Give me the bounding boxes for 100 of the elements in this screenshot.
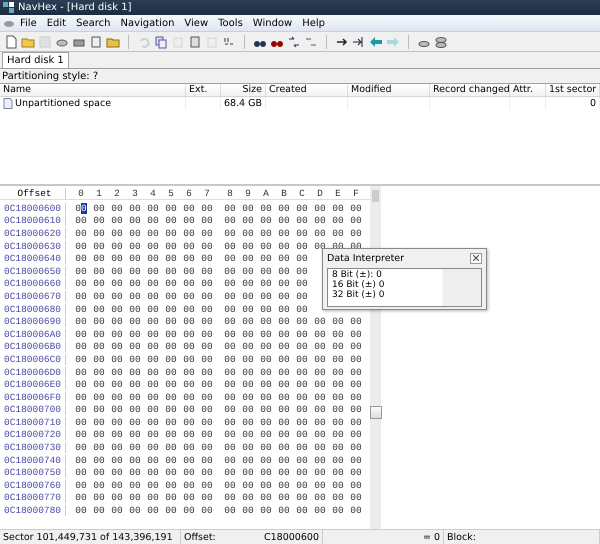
- hex-byte[interactable]: 00: [198, 202, 216, 214]
- hex-byte[interactable]: 00: [180, 354, 198, 365]
- hex-byte[interactable]: 00: [221, 416, 239, 428]
- hex-byte[interactable]: 00: [257, 505, 275, 516]
- menu-item[interactable]: Search: [71, 18, 116, 28]
- hex-byte[interactable]: 00: [257, 379, 275, 390]
- hex-byte[interactable]: 00: [162, 404, 180, 416]
- hex-byte[interactable]: 00: [198, 480, 216, 491]
- hex-byte[interactable]: 00: [275, 492, 293, 504]
- hex-byte[interactable]: 00: [329, 492, 347, 504]
- hex-byte[interactable]: 00: [311, 454, 329, 466]
- hex-byte[interactable]: 00: [162, 354, 180, 365]
- close-button[interactable]: [470, 252, 482, 264]
- hex-byte[interactable]: 00: [162, 316, 180, 328]
- hex-byte[interactable]: 00: [347, 228, 365, 239]
- hex-byte[interactable]: 00: [108, 442, 126, 454]
- hex-byte[interactable]: 00: [329, 416, 347, 428]
- hex-byte[interactable]: 00: [144, 366, 162, 378]
- hex-byte[interactable]: 00: [90, 266, 108, 277]
- hex-byte[interactable]: 00: [257, 278, 275, 290]
- hex-byte[interactable]: 00: [221, 290, 239, 302]
- hex-byte[interactable]: 00: [90, 392, 108, 403]
- hex-byte[interactable]: 00: [293, 416, 311, 428]
- hex-byte[interactable]: 00: [275, 392, 293, 403]
- hex-byte[interactable]: 00: [126, 228, 144, 239]
- hex-byte[interactable]: 00: [275, 442, 293, 454]
- hex-byte[interactable]: 00: [72, 215, 90, 226]
- hex-byte[interactable]: 00: [221, 392, 239, 403]
- hex-byte[interactable]: 00: [108, 215, 126, 226]
- hex-byte[interactable]: 00: [239, 442, 257, 454]
- hex-byte[interactable]: 00: [257, 341, 275, 352]
- hex-byte[interactable]: 00: [72, 442, 90, 454]
- hex-byte[interactable]: 00: [108, 429, 126, 440]
- hex-byte[interactable]: 00: [162, 202, 180, 214]
- hex-byte[interactable]: 00: [108, 467, 126, 478]
- hex-byte[interactable]: 00: [144, 442, 162, 454]
- hex-byte[interactable]: 00: [126, 253, 144, 264]
- menu-item[interactable]: File: [15, 18, 42, 28]
- hex-byte[interactable]: 00: [198, 492, 216, 504]
- hex-byte[interactable]: 00: [108, 404, 126, 416]
- hex-byte[interactable]: 00: [108, 354, 126, 365]
- hex-byte[interactable]: 00: [311, 416, 329, 428]
- hex-byte[interactable]: 00: [347, 467, 365, 478]
- hex-byte[interactable]: 00: [126, 290, 144, 302]
- hex-byte[interactable]: 00: [329, 429, 347, 440]
- hex-byte[interactable]: 00: [221, 442, 239, 454]
- hex-byte[interactable]: 00: [347, 492, 365, 504]
- hex-byte[interactable]: 00: [221, 454, 239, 466]
- hex-byte[interactable]: 00: [162, 480, 180, 491]
- hex-byte[interactable]: 00: [180, 366, 198, 378]
- hex-byte[interactable]: 00: [198, 341, 216, 352]
- hex-byte[interactable]: 00: [329, 341, 347, 352]
- hex-byte[interactable]: 00: [144, 228, 162, 239]
- hex-byte[interactable]: 00: [293, 366, 311, 378]
- hex-byte[interactable]: 00: [72, 454, 90, 466]
- hex-byte[interactable]: 00: [293, 215, 311, 226]
- hex-byte[interactable]: 00: [72, 266, 90, 277]
- hex-byte[interactable]: 00: [126, 316, 144, 328]
- hex-byte[interactable]: 00: [72, 492, 90, 504]
- hex-byte[interactable]: 00: [293, 379, 311, 390]
- hex-byte[interactable]: 00: [108, 492, 126, 504]
- hex-byte[interactable]: 00: [293, 480, 311, 491]
- hex-byte[interactable]: 00: [90, 379, 108, 390]
- hex-byte[interactable]: 00: [257, 416, 275, 428]
- column-header[interactable]: Created: [266, 84, 348, 96]
- hex-byte[interactable]: 00: [198, 366, 216, 378]
- hex-byte[interactable]: 00: [311, 480, 329, 491]
- hex-byte[interactable]: 00: [311, 316, 329, 328]
- hex-byte[interactable]: 00: [90, 505, 108, 516]
- hex-byte[interactable]: 00: [239, 454, 257, 466]
- hex-byte[interactable]: 00: [72, 328, 90, 340]
- hex-byte[interactable]: 00: [275, 454, 293, 466]
- hex-byte[interactable]: 00: [347, 341, 365, 352]
- hex-byte[interactable]: 00: [180, 202, 198, 214]
- hex-byte[interactable]: 00: [180, 341, 198, 352]
- hex-byte[interactable]: 00: [239, 429, 257, 440]
- hex-byte[interactable]: 00: [257, 429, 275, 440]
- hex-byte[interactable]: 00: [329, 505, 347, 516]
- hex-byte[interactable]: 00: [144, 278, 162, 290]
- hex-byte[interactable]: 00: [162, 454, 180, 466]
- hex-byte[interactable]: 00: [144, 202, 162, 214]
- hex-byte[interactable]: 00: [257, 392, 275, 403]
- hex-byte[interactable]: 00: [275, 304, 293, 315]
- hex-byte[interactable]: 00: [162, 366, 180, 378]
- hex-byte[interactable]: 00: [293, 392, 311, 403]
- menu-item[interactable]: Window: [248, 18, 298, 28]
- hex-byte[interactable]: 00: [329, 215, 347, 226]
- hex-byte[interactable]: 00: [311, 366, 329, 378]
- hex-byte[interactable]: 00: [126, 379, 144, 390]
- hex-byte[interactable]: 00: [90, 442, 108, 454]
- hex-byte[interactable]: 00: [162, 341, 180, 352]
- hex-byte[interactable]: 00: [180, 290, 198, 302]
- hex-byte[interactable]: 00: [126, 354, 144, 365]
- hex-byte[interactable]: 00: [72, 253, 90, 264]
- hex-byte[interactable]: 00: [180, 480, 198, 491]
- hex-byte[interactable]: 00: [329, 442, 347, 454]
- hex-byte[interactable]: 00: [221, 467, 239, 478]
- column-header[interactable]: Attr.: [510, 84, 546, 96]
- hex-byte[interactable]: 00: [275, 341, 293, 352]
- column-header[interactable]: Modified: [348, 84, 430, 96]
